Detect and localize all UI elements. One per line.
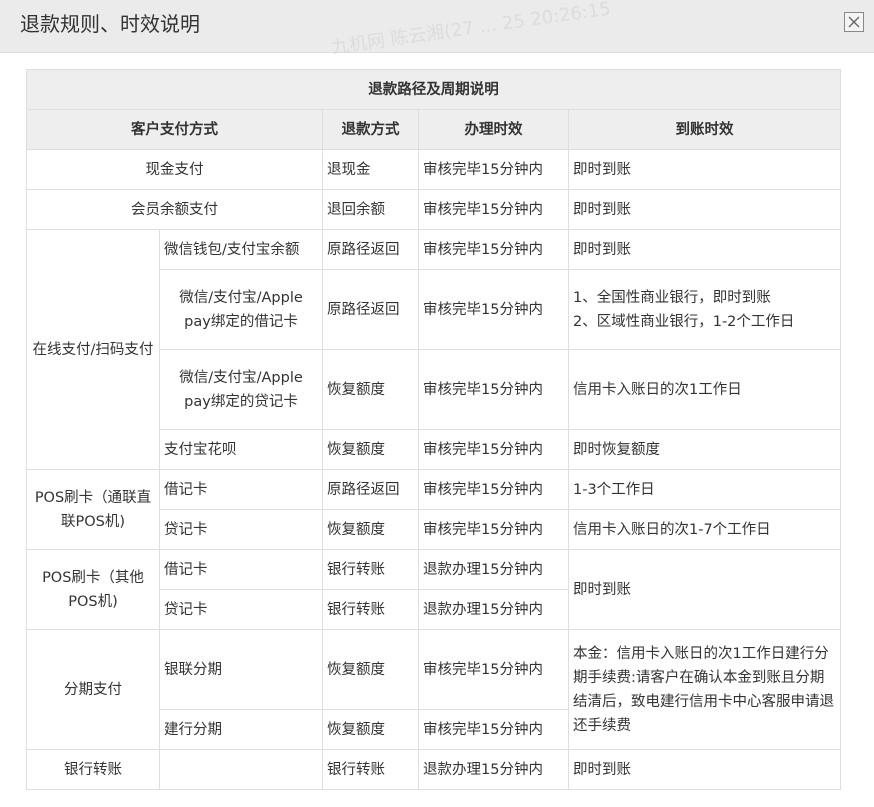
refund-rules-table: 退款路径及周期说明 客户支付方式 退款方式 办理时效 到账时效 现金支付 退现金… xyxy=(25,69,842,790)
table-header-row: 客户支付方式 退款方式 办理时效 到账时效 xyxy=(26,109,842,150)
refund-method: 银行转账 xyxy=(322,589,419,630)
table-row: 分期支付 银联分期 恢复额度 审核完毕15分钟内 本金：信用卡入账日的次1工作日… xyxy=(26,629,842,750)
header-arrival-time: 到账时效 xyxy=(567,109,842,150)
payment-method: 银行转账 xyxy=(26,749,160,790)
payment-method: 会员余额支付 xyxy=(26,189,323,230)
arrival-time: 即时到账 xyxy=(567,229,842,270)
payment-method: 现金支付 xyxy=(26,149,323,190)
payment-group: 分期支付 xyxy=(26,629,160,750)
processing-time: 审核完毕15分钟内 xyxy=(418,429,569,470)
arrival-time: 信用卡入账日的次1工作日 xyxy=(567,349,842,430)
table-row: 银行转账 银行转账 退款办理15分钟内 即时到账 xyxy=(26,749,842,790)
table-row: 会员余额支付 退回余额 审核完毕15分钟内 即时到账 xyxy=(26,189,842,230)
arrival-time: 1-3个工作日 xyxy=(567,469,842,510)
payment-sub-method: 银联分期 xyxy=(159,629,323,710)
processing-time: 审核完毕15分钟内 xyxy=(418,229,569,270)
payment-group: 在线支付/扫码支付 xyxy=(26,229,160,470)
payment-sub-method xyxy=(159,749,323,790)
refund-method: 恢复额度 xyxy=(322,349,419,430)
dialog-titlebar: 九机网 陈云湘(27 ... 25 20:26:15 退款规则、时效说明 xyxy=(0,0,874,58)
arrival-time: 信用卡入账日的次1-7个工作日 xyxy=(567,509,842,550)
arrival-time: 本金：信用卡入账日的次1工作日建行分期手续费:请客户在确认本金到账且分期结清后，… xyxy=(567,629,842,750)
header-processing-time: 办理时效 xyxy=(418,109,569,150)
dialog-title: 退款规则、时效说明 xyxy=(20,12,200,36)
processing-time: 审核完毕15分钟内 xyxy=(418,469,569,510)
payment-sub-method: 微信钱包/支付宝余额 xyxy=(159,229,323,270)
refund-method: 银行转账 xyxy=(322,749,419,790)
close-button[interactable] xyxy=(844,12,864,32)
refund-method: 原路径返回 xyxy=(322,269,419,350)
refund-method: 原路径返回 xyxy=(322,229,419,270)
refund-method: 恢复额度 xyxy=(322,629,419,710)
refund-method: 退回余额 xyxy=(322,189,419,230)
close-icon xyxy=(848,16,860,28)
table-row: POS刷卡（其他POS机) 借记卡 银行转账 退款办理15分钟内 即时到账 xyxy=(26,549,842,630)
table-row: POS刷卡（通联直联POS机) 借记卡 原路径返回 审核完毕15分钟内 1-3个… xyxy=(26,469,842,550)
processing-time: 审核完毕15分钟内 xyxy=(418,149,569,190)
refund-method: 银行转账 xyxy=(322,549,419,590)
payment-sub-method: 贷记卡 xyxy=(159,589,323,630)
header-payment-method: 客户支付方式 xyxy=(26,109,323,150)
table-row: 现金支付 退现金 审核完毕15分钟内 即时到账 xyxy=(26,149,842,190)
table-row: 在线支付/扫码支付 微信钱包/支付宝余额 原路径返回 审核完毕15分钟内 即时到… xyxy=(26,229,842,470)
processing-time: 退款办理15分钟内 xyxy=(418,749,569,790)
table-caption-row: 退款路径及周期说明 xyxy=(25,69,842,110)
refund-method: 恢复额度 xyxy=(322,429,419,470)
watermark-text: 九机网 陈云湘(27 ... 25 20:26:15 xyxy=(330,0,613,59)
arrival-line-1: 1、全国性商业银行，即时到账 xyxy=(573,289,771,306)
payment-group: POS刷卡（其他POS机) xyxy=(26,549,160,630)
payment-sub-method: 微信/支付宝/Apple pay绑定的贷记卡 xyxy=(159,349,323,430)
arrival-time: 即时恢复额度 xyxy=(567,429,842,470)
arrival-time: 即时到账 xyxy=(567,549,842,630)
payment-sub-method: 借记卡 xyxy=(159,469,323,510)
processing-time: 审核完毕15分钟内 xyxy=(418,189,569,230)
payment-sub-method: 微信/支付宝/Apple pay绑定的借记卡 xyxy=(159,269,323,350)
header-refund-method: 退款方式 xyxy=(322,109,419,150)
payment-sub-method: 建行分期 xyxy=(159,709,323,750)
processing-time: 退款办理15分钟内 xyxy=(418,589,569,630)
processing-time: 退款办理15分钟内 xyxy=(418,549,569,590)
payment-sub-method: 借记卡 xyxy=(159,549,323,590)
arrival-time: 1、全国性商业银行，即时到账 2、区域性商业银行，1-2个工作日 xyxy=(567,269,842,350)
refund-method: 恢复额度 xyxy=(322,509,419,550)
arrival-time: 即时到账 xyxy=(567,189,842,230)
processing-time: 审核完毕15分钟内 xyxy=(418,709,569,750)
arrival-line-2: 2、区域性商业银行，1-2个工作日 xyxy=(573,313,795,330)
refund-method: 恢复额度 xyxy=(322,709,419,750)
arrival-time: 即时到账 xyxy=(567,749,842,790)
refund-method: 原路径返回 xyxy=(322,469,419,510)
processing-time: 审核完毕15分钟内 xyxy=(418,269,569,350)
payment-group: POS刷卡（通联直联POS机) xyxy=(26,469,160,550)
processing-time: 审核完毕15分钟内 xyxy=(418,629,569,710)
arrival-time: 即时到账 xyxy=(567,149,842,190)
payment-sub-method: 贷记卡 xyxy=(159,509,323,550)
processing-time: 审核完毕15分钟内 xyxy=(418,349,569,430)
processing-time: 审核完毕15分钟内 xyxy=(418,509,569,550)
payment-sub-method: 支付宝花呗 xyxy=(159,429,323,470)
refund-method: 退现金 xyxy=(322,149,419,190)
table-caption: 退款路径及周期说明 xyxy=(25,69,842,110)
